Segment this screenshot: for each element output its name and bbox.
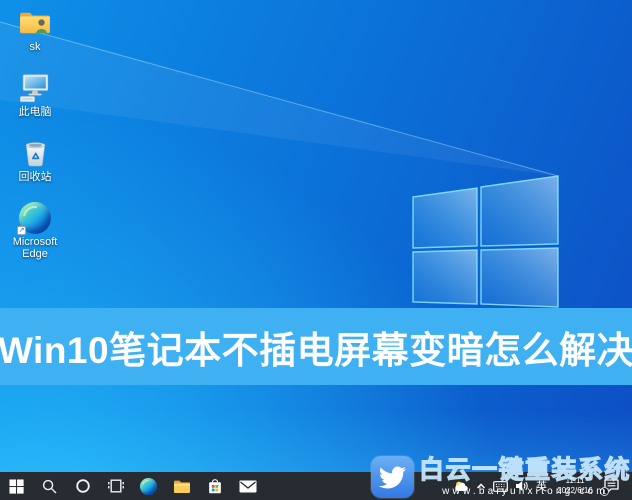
cortana-icon	[75, 478, 91, 494]
task-view-icon	[108, 479, 124, 493]
desktop-icon-user-folder[interactable]: sk	[4, 6, 66, 71]
windows-desktop: sk 此电脑	[0, 0, 632, 500]
shortcut-arrow-icon: ↗	[17, 226, 26, 235]
title-banner: Win10笔记本不插电屏幕变暗怎么解决	[0, 308, 632, 385]
recycle-bin-icon	[20, 136, 51, 170]
cortana-button[interactable]	[66, 472, 99, 500]
desktop-icon-this-pc[interactable]: 此电脑	[4, 71, 66, 136]
edge-icon: ↗	[19, 201, 51, 235]
edge-taskbar-button[interactable]	[132, 472, 165, 500]
microsoft-store-icon	[207, 478, 223, 495]
desktop-icon-label: Microsoft Edge	[5, 236, 65, 261]
edge-icon	[140, 478, 157, 495]
desktop-icon-label: 回收站	[19, 171, 52, 183]
task-view-button[interactable]	[99, 472, 132, 500]
desktop-icon-list: sk 此电脑	[4, 6, 66, 266]
start-button[interactable]	[0, 472, 33, 500]
windows-logo-wallpaper	[0, 0, 632, 500]
desktop-icon-label: sk	[30, 41, 41, 53]
store-button[interactable]	[198, 472, 231, 500]
file-explorer-icon	[173, 479, 191, 494]
banner-title: Win10笔记本不插电屏幕变暗怎么解决	[0, 320, 632, 374]
search-icon	[42, 479, 57, 494]
watermark-url: www.baiyunxitong.com	[442, 486, 608, 497]
file-explorer-button[interactable]	[165, 472, 198, 500]
twitter-bird-icon	[371, 456, 414, 498]
windows-start-icon	[9, 479, 24, 494]
search-button[interactable]	[33, 472, 66, 500]
desktop-icon-recycle-bin[interactable]: 回收站	[4, 136, 66, 201]
watermark-brand: 白云一键重装系统	[419, 458, 631, 483]
mail-button[interactable]	[231, 472, 264, 500]
watermark: 白云一键重装系统 www.baiyunxitong.com	[371, 456, 631, 498]
watermark-text: 白云一键重装系统 www.baiyunxitong.com	[419, 458, 631, 497]
mail-icon	[239, 480, 257, 493]
desktop-icon-label: 此电脑	[19, 106, 52, 118]
this-pc-icon	[18, 71, 52, 105]
user-folder-icon	[18, 6, 52, 40]
desktop-icon-microsoft-edge[interactable]: ↗ Microsoft Edge	[4, 201, 66, 266]
